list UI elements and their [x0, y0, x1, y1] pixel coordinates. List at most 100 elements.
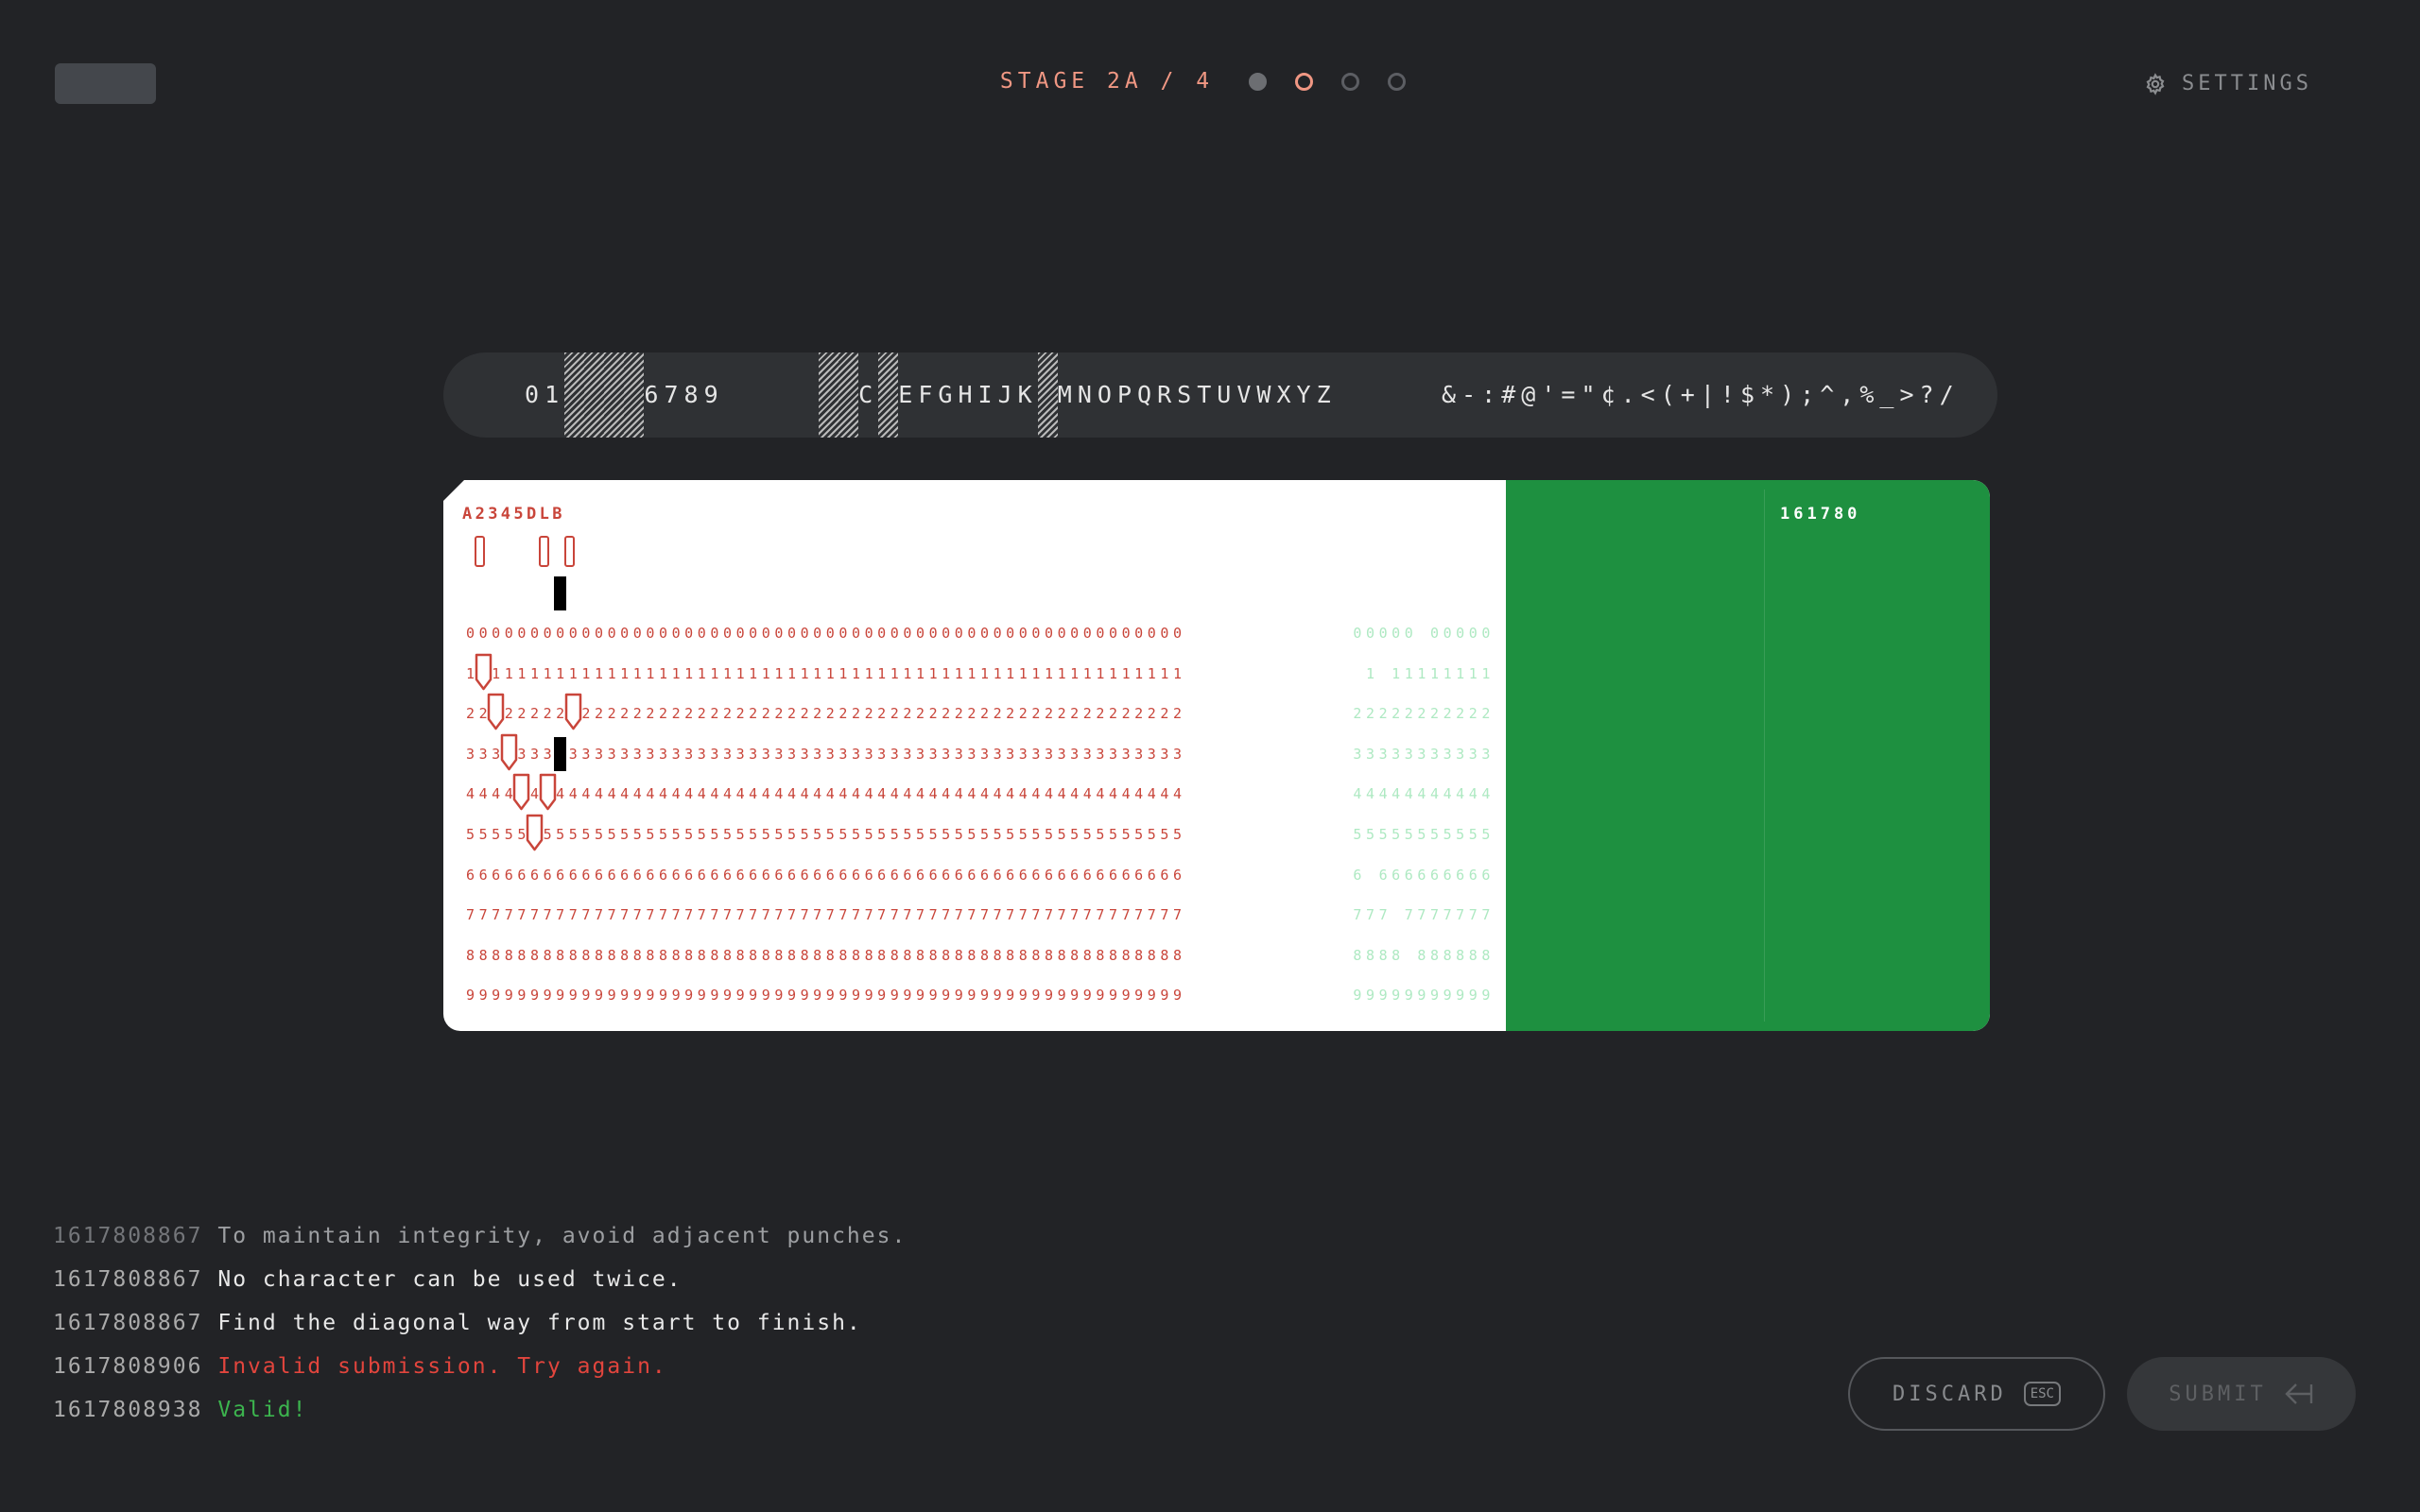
path-punch-marker[interactable]: [500, 733, 518, 771]
charset-char[interactable]: ¢: [1601, 381, 1621, 408]
id-punched-hole: [1351, 656, 1364, 689]
charset-char[interactable]: !: [1720, 381, 1740, 408]
charset-char[interactable]: #: [1501, 381, 1521, 408]
charset-char-used[interactable]: 5: [624, 352, 645, 438]
charset-char[interactable]: %: [1859, 381, 1879, 408]
zone-punch-tile[interactable]: [474, 536, 485, 567]
log-timestamp: 1617808906: [53, 1354, 203, 1379]
charset-char[interactable]: ": [1581, 381, 1600, 408]
charset-char[interactable]: F: [918, 381, 938, 408]
charset-char[interactable]: Y: [1297, 381, 1317, 408]
charset-char[interactable]: G: [938, 381, 958, 408]
zone-punch-tile[interactable]: [538, 536, 549, 567]
charset-char-used[interactable]: B: [838, 352, 859, 438]
charset-char-used[interactable]: D: [878, 352, 899, 438]
submit-label: SUBMIT: [2169, 1382, 2267, 1406]
card-digit: 1: [1365, 664, 1375, 682]
path-punch-marker[interactable]: [564, 693, 582, 730]
charset-char[interactable]: 8: [684, 381, 704, 408]
log-line: 1617808938 Valid!: [53, 1393, 907, 1436]
stage-label: STAGE 2A / 4: [999, 69, 1215, 94]
charset-char[interactable]: _: [1879, 381, 1899, 408]
charset-char-used[interactable]: 3: [584, 352, 605, 438]
charset-char[interactable]: <: [1641, 381, 1661, 408]
path-punch-marker[interactable]: [475, 653, 493, 691]
charset-char[interactable]: M: [1058, 381, 1078, 408]
card-digit: 8: [1392, 946, 1401, 964]
charset-digits: 0123456789: [525, 352, 724, 438]
charset-char[interactable]: ': [1541, 381, 1561, 408]
enter-arrow-icon: [2285, 1383, 2312, 1404]
charset-char[interactable]: /: [1940, 381, 1960, 408]
charset-char[interactable]: ^: [1820, 381, 1840, 408]
charset-char[interactable]: S: [1177, 381, 1197, 408]
charset-char[interactable]: >: [1899, 381, 1919, 408]
charset-char[interactable]: U: [1217, 381, 1236, 408]
path-punch-marker[interactable]: [526, 814, 544, 851]
charset-char[interactable]: W: [1256, 381, 1276, 408]
punched-hole[interactable]: [554, 736, 567, 771]
id-punched-hole: [1390, 898, 1403, 931]
path-punch-marker[interactable]: [487, 693, 505, 730]
charset-char[interactable]: ?: [1920, 381, 1940, 408]
charset-char[interactable]: P: [1117, 381, 1137, 408]
charset-char[interactable]: N: [1078, 381, 1098, 408]
charset-char[interactable]: .: [1621, 381, 1641, 408]
charset-char[interactable]: &: [1442, 381, 1461, 408]
charset-char[interactable]: Z: [1317, 381, 1337, 408]
charset-char[interactable]: ;: [1800, 381, 1820, 408]
path-punch-marker[interactable]: [512, 773, 530, 811]
submit-button[interactable]: SUBMIT: [2127, 1357, 2356, 1431]
card-digit: 1: [1481, 664, 1491, 682]
zone-label: B: [552, 505, 562, 524]
charset-char[interactable]: C: [858, 381, 878, 408]
charset-char[interactable]: T: [1197, 381, 1217, 408]
esc-key-icon: ESC: [2023, 1382, 2061, 1406]
charset-char[interactable]: @: [1521, 381, 1541, 408]
charset-char[interactable]: ,: [1840, 381, 1859, 408]
charset-char[interactable]: =: [1561, 381, 1581, 408]
punched-hole[interactable]: [554, 576, 567, 610]
charset-char[interactable]: 0: [525, 381, 544, 408]
charset-char[interactable]: *: [1760, 381, 1780, 408]
charset-char[interactable]: K: [1018, 381, 1038, 408]
charset-char-used[interactable]: 4: [604, 352, 625, 438]
id-punched-hole: [1364, 857, 1376, 890]
charset-char[interactable]: |: [1701, 381, 1720, 408]
log-timestamp: 1617808867: [53, 1311, 203, 1335]
charset-char-used[interactable]: L: [1037, 352, 1058, 438]
card-id-label: 161780: [1780, 505, 1861, 524]
zone-label: 2: [475, 505, 485, 524]
charset-char[interactable]: H: [958, 381, 977, 408]
charset-char[interactable]: $: [1740, 381, 1760, 408]
charset-char[interactable]: Q: [1137, 381, 1157, 408]
charset-char[interactable]: V: [1236, 381, 1256, 408]
zone-label: 4: [500, 505, 511, 524]
settings-button[interactable]: SETTINGS: [2144, 72, 2312, 95]
charset-char[interactable]: ): [1780, 381, 1800, 408]
charset-char-used[interactable]: 2: [564, 352, 585, 438]
charset-char[interactable]: :: [1481, 381, 1501, 408]
charset-char[interactable]: J: [998, 381, 1018, 408]
log-message: To maintain integrity, avoid adjacent pu…: [217, 1224, 908, 1248]
charset-char[interactable]: E: [898, 381, 918, 408]
charset-char-used[interactable]: A: [819, 352, 839, 438]
discard-button[interactable]: DISCARD ESC: [1848, 1357, 2105, 1431]
charset-char[interactable]: 9: [704, 381, 724, 408]
card-digit: 0: [1404, 625, 1413, 642]
charset-char[interactable]: (: [1661, 381, 1681, 408]
charset-char[interactable]: I: [978, 381, 998, 408]
charset-char[interactable]: X: [1276, 381, 1296, 408]
charset-char[interactable]: +: [1681, 381, 1701, 408]
charset-char[interactable]: O: [1098, 381, 1117, 408]
charset-char[interactable]: 1: [544, 381, 564, 408]
charset-char[interactable]: 7: [664, 381, 683, 408]
path-punch-marker[interactable]: [539, 773, 557, 811]
charset-char[interactable]: 6: [644, 381, 664, 408]
charset-char[interactable]: R: [1157, 381, 1177, 408]
charset-char[interactable]: -: [1461, 381, 1481, 408]
card-digit: 7: [1378, 906, 1388, 924]
id-punched-hole: [1415, 616, 1428, 648]
zone-punch-tile[interactable]: [563, 536, 575, 567]
card-digit: 5: [1481, 826, 1491, 843]
